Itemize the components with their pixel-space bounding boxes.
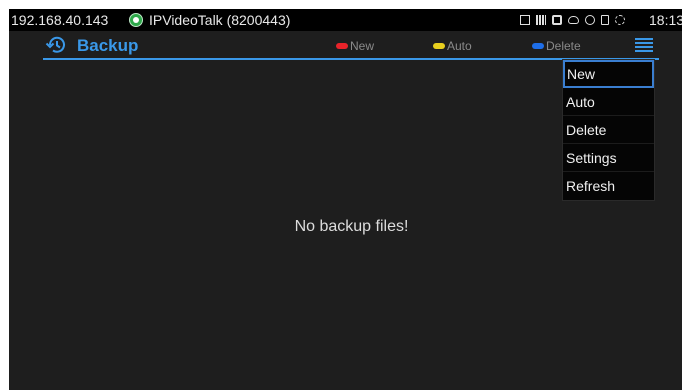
cloud-icon	[568, 16, 579, 24]
legend-delete: Delete	[532, 39, 581, 53]
page-title: Backup	[77, 36, 139, 55]
status-ip: 192.168.40.143	[11, 12, 109, 28]
ethernet-icon	[536, 15, 546, 25]
legend-new-swatch	[336, 43, 348, 49]
lock-icon	[552, 15, 562, 25]
menu-item-delete[interactable]: Delete	[563, 116, 654, 144]
overflow-menu: New Auto Delete Settings Refresh	[562, 59, 655, 201]
sync-icon	[615, 15, 625, 25]
status-bar: 192.168.40.143 IPVideoTalk (8200443) 18:…	[9, 9, 682, 31]
action-bar: Backup New Auto Delete	[9, 31, 682, 61]
sd-card-icon	[601, 15, 609, 25]
bluetooth-icon	[585, 15, 595, 25]
status-icons	[520, 9, 625, 31]
legend-auto-swatch	[433, 43, 445, 49]
empty-message: No backup files!	[294, 218, 409, 235]
menu-icon[interactable]	[635, 38, 653, 54]
legend-new-label: New	[350, 39, 375, 53]
legend-new: New	[336, 39, 374, 53]
legend-auto-label: Auto	[447, 39, 472, 53]
history-icon[interactable]	[45, 34, 67, 56]
legend-auto: Auto	[433, 39, 472, 53]
legend-delete-label: Delete	[546, 39, 581, 53]
menu-item-settings[interactable]: Settings	[563, 144, 654, 172]
legend-delete-swatch	[532, 43, 544, 49]
menu-item-auto[interactable]: Auto	[563, 88, 654, 116]
image-icon	[520, 15, 530, 25]
menu-item-new[interactable]: New	[563, 60, 654, 88]
status-app-label: IPVideoTalk (8200443)	[149, 12, 291, 28]
app-icon	[129, 13, 143, 27]
status-time: 18:13	[649, 12, 682, 28]
app-screen: 192.168.40.143 IPVideoTalk (8200443) 18:…	[9, 9, 682, 390]
menu-item-refresh[interactable]: Refresh	[563, 172, 654, 200]
status-app-notification[interactable]: IPVideoTalk (8200443)	[129, 9, 290, 31]
